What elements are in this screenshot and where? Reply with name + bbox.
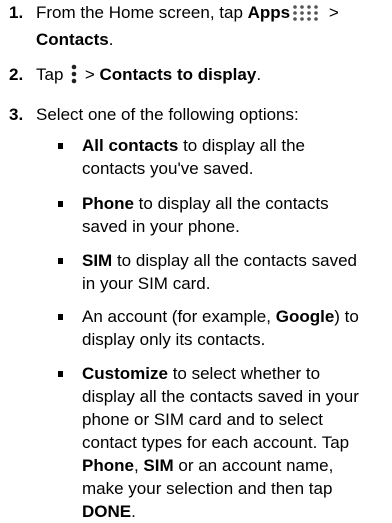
bullet-icon	[58, 314, 63, 320]
step-number: 3.	[9, 105, 24, 124]
instructions-document: 1. From the Home screen, tap Apps > Cont…	[0, 0, 392, 521]
overflow-menu-icon	[70, 64, 78, 90]
bullet-icon	[58, 143, 63, 149]
bullet-icon	[58, 258, 63, 264]
bullet-icon	[58, 201, 63, 207]
step-number: 1.	[9, 3, 24, 22]
bullet-icon	[58, 371, 63, 377]
step-text: From the Home screen, tap	[36, 3, 248, 22]
step-number: 2.	[9, 65, 24, 84]
contacts-label: Contacts	[36, 30, 109, 49]
apps-label: Apps	[247, 3, 291, 22]
contacts-to-display-label: Contacts to display	[99, 65, 257, 84]
step-text: Select one of the following options:	[36, 105, 299, 124]
apps-grid-icon	[292, 4, 322, 28]
